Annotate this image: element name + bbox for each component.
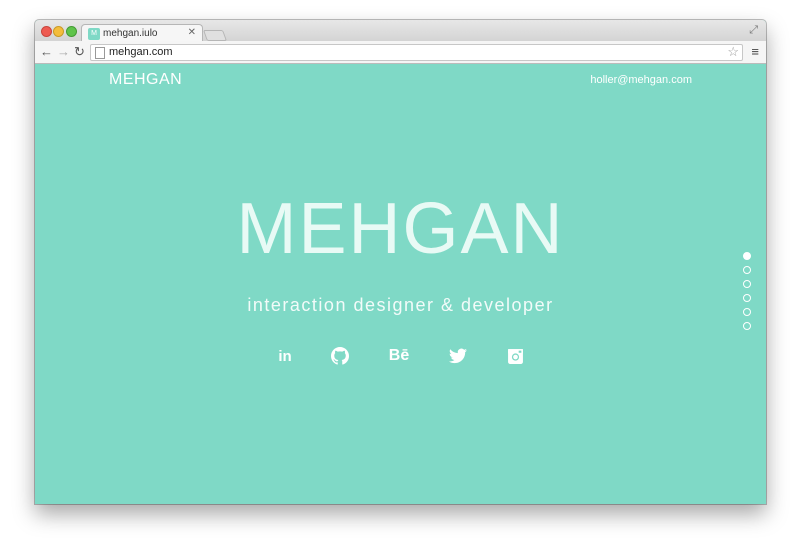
menu-icon[interactable]: ≡ bbox=[751, 44, 759, 59]
reload-icon[interactable]: ↻ bbox=[74, 44, 85, 60]
close-window-button[interactable] bbox=[41, 26, 52, 37]
site-logo[interactable]: MEHGAN bbox=[109, 71, 182, 89]
linkedin-icon[interactable]: in bbox=[273, 346, 297, 366]
page-icon bbox=[95, 47, 105, 59]
browser-toolbar: ← → ↻ mehgan.com ☆ ≡ bbox=[35, 41, 766, 64]
section-dot[interactable] bbox=[743, 280, 751, 288]
hero-subtitle: interaction designer & developer bbox=[247, 295, 554, 315]
section-dot[interactable] bbox=[743, 308, 751, 316]
new-tab-button[interactable] bbox=[202, 30, 228, 41]
url-text[interactable]: mehgan.com bbox=[109, 46, 173, 58]
page-content: MEHGAN holler@mehgan.com MEHGAN interact… bbox=[35, 64, 766, 504]
github-icon[interactable] bbox=[328, 346, 352, 366]
site-favicon: M bbox=[88, 28, 100, 40]
tab-close-icon[interactable]: ✕ bbox=[188, 27, 196, 38]
behance-glyph: Bē bbox=[388, 347, 410, 364]
email-link[interactable]: holler@mehgan.com bbox=[590, 74, 692, 86]
behance-icon[interactable]: Bē bbox=[385, 346, 413, 366]
tab-title: mehgan.iulo bbox=[103, 28, 158, 39]
linkedin-glyph: in bbox=[278, 347, 292, 365]
section-nav-dots bbox=[743, 252, 751, 336]
address-bar[interactable]: mehgan.com ☆ bbox=[90, 44, 743, 61]
instagram-glyph bbox=[507, 348, 523, 364]
twitter-icon[interactable] bbox=[446, 346, 470, 366]
fullscreen-icon[interactable]: ⤢ bbox=[749, 24, 758, 37]
tab-strip: M mehgan.iulo ✕ ⤢ bbox=[35, 20, 766, 43]
twitter-glyph bbox=[449, 348, 467, 364]
section-dot[interactable] bbox=[743, 252, 751, 260]
minimize-window-button[interactable] bbox=[53, 26, 64, 37]
section-dot[interactable] bbox=[743, 322, 751, 330]
zoom-window-button[interactable] bbox=[66, 26, 77, 37]
back-arrow-icon[interactable]: ← bbox=[40, 44, 53, 60]
bookmark-star-icon[interactable]: ☆ bbox=[727, 44, 739, 60]
github-glyph bbox=[331, 347, 349, 365]
section-dot[interactable] bbox=[743, 294, 751, 302]
browser-window: M mehgan.iulo ✕ ⤢ ← → ↻ mehgan.com ☆ ≡ M… bbox=[35, 20, 766, 504]
hero-title: MEHGAN bbox=[236, 189, 565, 269]
section-dot[interactable] bbox=[743, 266, 751, 274]
forward-arrow-icon[interactable]: → bbox=[57, 44, 70, 60]
instagram-icon[interactable] bbox=[503, 346, 527, 366]
